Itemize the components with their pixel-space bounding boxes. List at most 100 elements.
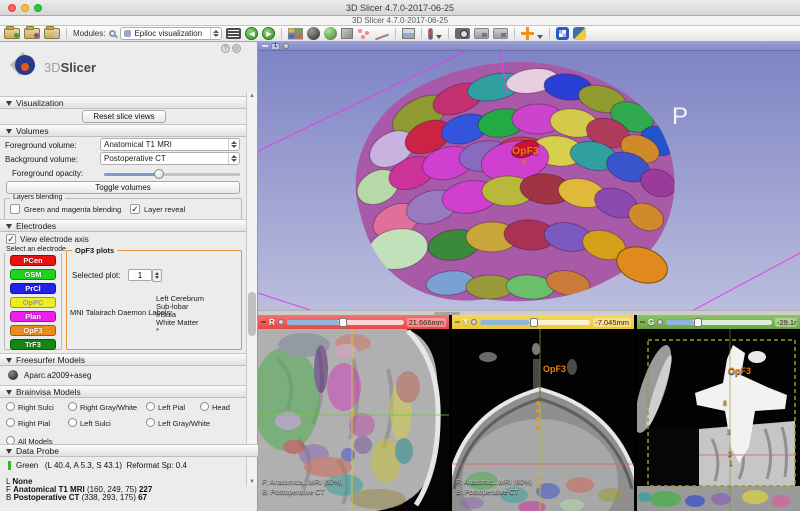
electrode-button-gsm[interactable]: GSM: [10, 269, 56, 280]
selected-plot-spinbox[interactable]: 1: [128, 269, 152, 281]
panel-scrollbar[interactable]: ▲ ▼: [246, 92, 257, 486]
radio-head[interactable]: [200, 402, 209, 411]
load-dicom-icon[interactable]: [4, 28, 20, 39]
reset-slice-views-button[interactable]: Reset slice views: [82, 110, 166, 123]
contact-number-1: 1: [729, 460, 733, 467]
green-slice-viewport[interactable]: [637, 329, 800, 511]
load-data-icon[interactable]: [24, 28, 40, 39]
layout-windows-icon[interactable]: [402, 28, 415, 39]
green-slice-pin-icon[interactable]: [657, 319, 663, 325]
minimize-button[interactable]: [21, 4, 29, 12]
electrode-button-opf3[interactable]: OpF3: [10, 325, 56, 336]
red-slice-controller[interactable]: R 21.666mm: [258, 315, 449, 329]
layer-reveal-label: Layer reveal: [144, 205, 185, 214]
volume-rendering-icon[interactable]: [341, 28, 353, 39]
section-volumes[interactable]: Volumes: [0, 124, 246, 137]
annotations-ruler-icon[interactable]: [375, 28, 389, 40]
radio-left-graywhite[interactable]: [146, 418, 155, 427]
scene-view-capture-icon[interactable]: [474, 28, 489, 39]
scroll-up-icon[interactable]: ▲: [249, 93, 255, 99]
foreground-volume-select[interactable]: Anatomical T1 MRI: [100, 138, 240, 151]
contact-number-3: 3: [727, 429, 731, 436]
section-brainvisa[interactable]: Brainvisa Models: [0, 385, 246, 398]
spinbox-arrows-icon[interactable]: [152, 269, 162, 282]
red-slice-pin-icon[interactable]: [278, 319, 284, 325]
zoom-button[interactable]: [34, 4, 42, 12]
slice-views-row: R 21.666mm: [258, 315, 800, 511]
green-slice-collapse-icon[interactable]: [640, 321, 645, 323]
slicer-window: 3D Slicer 4.7.0-2017-06-25 3D Slicer 4.7…: [0, 0, 800, 511]
view3d-pin-icon[interactable]: [283, 43, 289, 49]
brain-3d-render: [320, 53, 690, 309]
module-selector-arrows-icon[interactable]: [210, 28, 221, 39]
crosshair-icon[interactable]: [521, 27, 534, 40]
radio-head-label: Head: [212, 403, 230, 412]
section-data-probe[interactable]: Data Probe: [0, 444, 258, 457]
extensions-manager-icon[interactable]: [556, 27, 569, 40]
radio-left-sulci[interactable]: [68, 418, 77, 427]
scroll-down-icon[interactable]: ▼: [249, 479, 255, 485]
view3d-controller-bar[interactable]: 1: [258, 42, 800, 51]
red-slice-bg-text: B: Postoperative CT: [262, 489, 325, 496]
module-selector-value: Epiloc visualization: [134, 29, 202, 38]
window-title: 3D Slicer 4.7.0-2017-06-25: [346, 3, 454, 13]
panel-help-icon[interactable]: ?: [221, 44, 230, 53]
green-slice-controller[interactable]: G -29.1mm: [637, 315, 800, 329]
section-visualization[interactable]: Visualization: [0, 96, 246, 109]
selected-plot-label: Selected plot:: [72, 271, 120, 280]
crosshair-dropdown-icon[interactable]: [537, 35, 543, 39]
yellow-slice-pin-icon[interactable]: [471, 319, 477, 325]
window-level-icon[interactable]: [428, 28, 433, 40]
panel-pin-icon[interactable]: ◎: [232, 44, 241, 53]
yellow-slice-slider[interactable]: [480, 320, 590, 325]
red-slice-slider[interactable]: [287, 320, 404, 325]
yellow-slice-controller[interactable]: Y -7.045mm: [452, 315, 634, 329]
python-console-icon[interactable]: [573, 27, 586, 40]
probe-location-line: Green (L 40.4, A 5.3, S 43.1) Reformat S…: [16, 461, 187, 470]
red-slice-collapse-icon[interactable]: [261, 321, 266, 323]
electrode-button-plan[interactable]: Plan: [10, 311, 56, 322]
models-module-icon[interactable]: [307, 27, 320, 40]
electrode-button-trf3[interactable]: TrF3: [10, 339, 56, 350]
layer-reveal-checkbox[interactable]: ✓: [130, 204, 140, 214]
module-forward-button[interactable]: ▶: [262, 27, 275, 40]
scene-view-restore-icon[interactable]: [493, 28, 508, 39]
toggle-volumes-button[interactable]: Toggle volumes: [6, 181, 240, 194]
screenshot-icon[interactable]: [455, 28, 470, 39]
yellow-slice-label: Y: [463, 318, 468, 327]
radio-left-pial[interactable]: [146, 402, 155, 411]
opf3-plots-title: OpF3 plots: [72, 246, 117, 255]
layout-selector-icon[interactable]: [288, 28, 303, 40]
module-back-button[interactable]: ◀: [245, 27, 258, 40]
view3d-collapse-icon[interactable]: [262, 45, 268, 47]
green-slice-slider[interactable]: [666, 320, 772, 325]
radio-left-graywhite-label: Left Gray/White: [158, 419, 210, 428]
radio-right-graywhite[interactable]: [68, 402, 77, 411]
module-selector[interactable]: Epiloc visualization: [120, 27, 222, 40]
electrode-button-pcen[interactable]: PCen: [10, 255, 56, 266]
module-history-icon[interactable]: [226, 28, 241, 39]
electrode-button-prcl[interactable]: PrCl: [10, 283, 56, 294]
select-electrode-label: Select an electrode: [3, 246, 69, 253]
background-volume-select[interactable]: Postoperative CT: [100, 152, 240, 165]
freesurfer-model-label[interactable]: Aparc.a2009+aseg: [24, 371, 91, 380]
segmentations-module-icon[interactable]: [324, 27, 337, 40]
section-electrodes[interactable]: Electrodes: [0, 219, 246, 232]
view3d-viewport[interactable]: P OpF3 8: [258, 51, 800, 310]
electrode-button-oppc[interactable]: OpPC: [10, 297, 56, 308]
markups-fiducial-icon[interactable]: [357, 28, 371, 40]
radio-right-pial[interactable]: [6, 418, 15, 427]
green-magenta-checkbox[interactable]: [10, 204, 20, 214]
section-freesurfer[interactable]: Freesurfer Models: [0, 353, 246, 366]
radio-right-sulci[interactable]: [6, 402, 15, 411]
module-search-icon[interactable]: [109, 30, 116, 37]
window-level-dropdown-icon[interactable]: [436, 35, 442, 39]
scrollbar-thumb[interactable]: [248, 292, 256, 336]
save-data-icon[interactable]: [44, 28, 60, 39]
foreground-opacity-slider[interactable]: [104, 173, 240, 176]
yellow-slice-collapse-icon[interactable]: [455, 321, 460, 323]
close-button[interactable]: [8, 4, 16, 12]
view3d-id-badge: 1: [271, 43, 280, 50]
electrode-label-3d: OpF3: [512, 145, 539, 157]
view-electrode-axis-checkbox[interactable]: ✓: [6, 234, 16, 244]
